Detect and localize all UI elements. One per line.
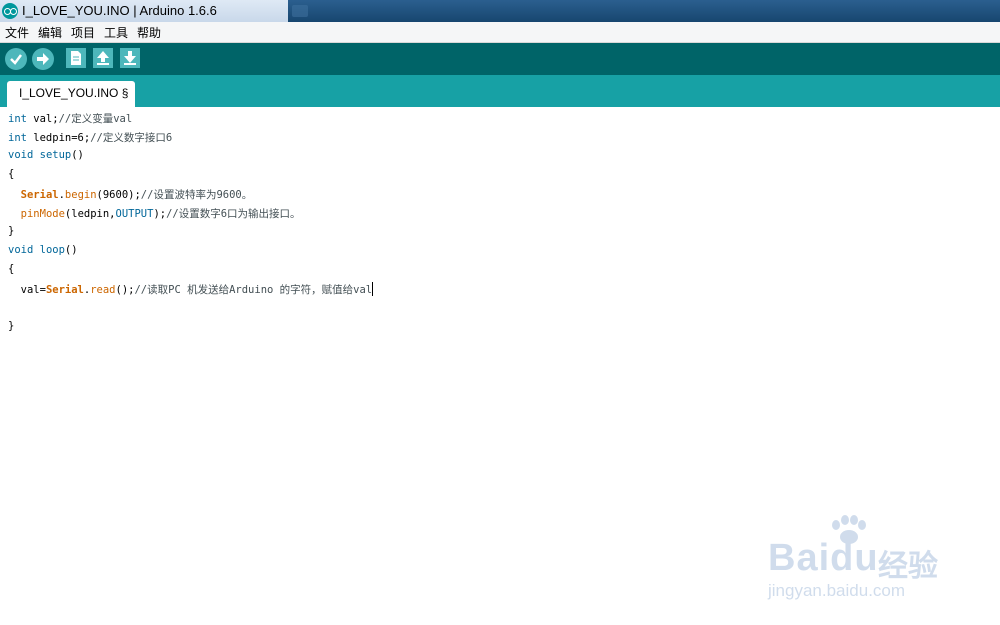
watermark-url: jingyan.baidu.com xyxy=(768,581,906,600)
code-function: pinMode xyxy=(20,208,65,220)
save-button[interactable] xyxy=(120,48,140,68)
code-line-4: { xyxy=(8,168,15,180)
code-comment: //设置波特率为9600。 xyxy=(140,189,253,201)
menu-file[interactable]: 文件 xyxy=(3,24,31,41)
code-line-5: Serial.begin(9600);//设置波特率为9600。 xyxy=(8,187,253,202)
baidu-watermark: Baidu 经验 jingyan.baidu.com xyxy=(760,515,960,610)
code-keyword: void xyxy=(8,244,34,256)
arrow-up-icon xyxy=(97,51,109,65)
code-constant: OUTPUT xyxy=(115,208,154,220)
watermark-brand-cn: 经验 xyxy=(878,549,938,584)
menu-edit[interactable]: 编辑 xyxy=(36,24,64,41)
menu-help[interactable]: 帮助 xyxy=(135,24,163,41)
code-text: val= xyxy=(20,284,46,296)
code-function: loop xyxy=(33,244,65,256)
code-line-3: void setup() xyxy=(8,149,84,161)
code-text: val; xyxy=(26,113,59,125)
title-bar-background xyxy=(288,0,1000,22)
arrow-right-icon xyxy=(37,53,49,65)
code-line-10: val=Serial.read();//读取PC 机发送给Arduino 的字符… xyxy=(8,282,374,297)
code-function: read xyxy=(90,284,116,296)
window-title: I_LOVE_YOU.INO | Arduino 1.6.6 xyxy=(22,3,217,18)
new-button[interactable] xyxy=(66,48,86,68)
code-comment: //定义数字接口6 xyxy=(90,132,173,144)
verify-button[interactable] xyxy=(5,48,27,70)
code-keyword: int xyxy=(8,113,27,125)
code-text: ); xyxy=(153,208,167,220)
text-cursor xyxy=(372,282,374,296)
arduino-logo-icon xyxy=(2,3,18,19)
code-keyword: void xyxy=(8,149,34,161)
code-text: (); xyxy=(115,284,135,296)
checkmark-icon xyxy=(10,54,22,65)
code-comment: //定义变量val xyxy=(58,113,133,125)
toolbar xyxy=(0,43,1000,75)
menu-bar: 文件 编辑 项目 工具 帮助 xyxy=(0,22,1000,43)
watermark-brand: Baidu xyxy=(768,537,879,579)
tab-i-love-you[interactable]: I_LOVE_YOU.INO § xyxy=(7,81,136,107)
code-line-2: int ledpin=6;//定义数字接口6 xyxy=(8,130,172,145)
code-line-6: pinMode(ledpin,OUTPUT);//设置数字6口为输出接口。 xyxy=(8,206,301,221)
code-line-8: void loop() xyxy=(8,244,78,256)
code-line-7: } xyxy=(8,225,15,237)
document-icon xyxy=(71,51,81,65)
menu-tools[interactable]: 工具 xyxy=(102,24,130,41)
code-line-12: } xyxy=(8,320,15,332)
code-text: (9600); xyxy=(96,189,141,201)
code-keyword: int xyxy=(8,132,27,144)
code-comment: //读取PC 机发送给Arduino 的字符，赋值给val xyxy=(134,284,373,296)
title-bar: I_LOVE_YOU.INO | Arduino 1.6.6 xyxy=(0,0,1000,22)
code-function: begin xyxy=(64,189,97,201)
code-text: (ledpin, xyxy=(64,208,116,220)
arrow-down-icon xyxy=(124,51,136,65)
code-text: () xyxy=(71,149,84,161)
code-object: Serial xyxy=(20,189,59,201)
taskbar-button[interactable] xyxy=(292,5,308,17)
open-button[interactable] xyxy=(93,48,113,68)
upload-button[interactable] xyxy=(32,48,54,70)
code-text: ledpin=6; xyxy=(26,132,91,144)
code-comment: //设置数字6口为输出接口。 xyxy=(166,208,301,220)
menu-sketch[interactable]: 项目 xyxy=(69,24,97,41)
code-line-9: { xyxy=(8,263,15,275)
code-function: setup xyxy=(33,149,72,161)
code-line-1: int val;//定义变量val xyxy=(8,111,132,126)
code-text: () xyxy=(64,244,78,256)
tab-bar: I_LOVE_YOU.INO § xyxy=(0,75,1000,107)
code-object: Serial xyxy=(45,284,84,296)
